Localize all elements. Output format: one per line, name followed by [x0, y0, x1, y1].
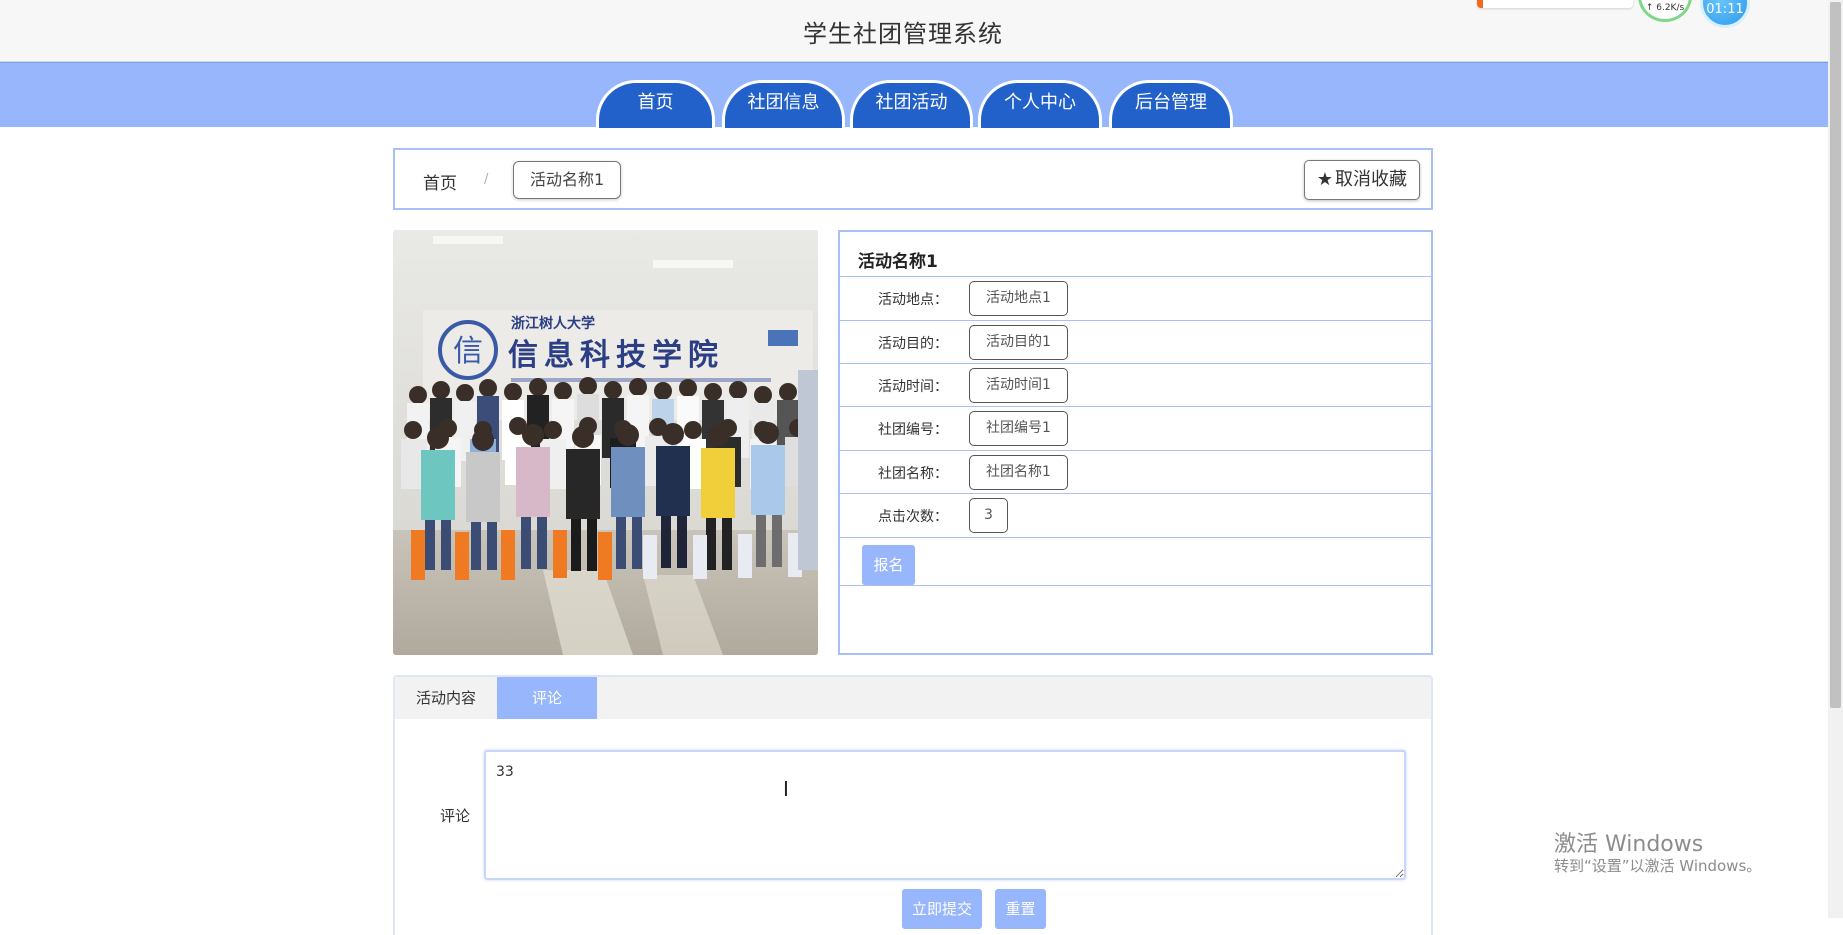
- detail-label: 点击次数：: [878, 509, 948, 525]
- detail-row-actions: 报名: [840, 537, 1431, 586]
- detail-row-club-id: 社团编号： 社团编号1: [840, 406, 1431, 450]
- sign-line1: 浙江树人大学: [511, 315, 595, 332]
- detail-row-location: 活动地点： 活动地点1: [840, 276, 1431, 320]
- activity-photo: 信 浙江树人大学 信息科技学院: [393, 230, 818, 655]
- comment-label: 评论: [440, 807, 471, 825]
- signup-button[interactable]: 报名: [862, 545, 915, 585]
- page-scrollbar[interactable]: [1828, 0, 1843, 918]
- activity-title: 活动名称1: [858, 252, 938, 272]
- nav-tab-club-activities[interactable]: 社团活动: [850, 80, 973, 128]
- unfavorite-button[interactable]: ★ 取消收藏: [1303, 160, 1420, 200]
- detail-value: 活动地点1: [969, 281, 1068, 316]
- breadcrumb-home-link[interactable]: 首页: [423, 169, 457, 194]
- scrollbar-thumb[interactable]: [1830, 2, 1841, 708]
- main-nav: 首页 社团信息 社团活动 个人中心 后台管理: [0, 62, 1828, 128]
- nav-tab-club-info[interactable]: 社团信息: [722, 80, 845, 128]
- tray-app-icon: [1477, 0, 1633, 8]
- detail-label: 活动时间：: [878, 379, 948, 395]
- detail-label: 社团名称：: [878, 466, 948, 482]
- star-icon: ★: [1316, 169, 1333, 190]
- detail-label: 社团编号：: [878, 422, 948, 438]
- sign-line2: 信息科技学院: [508, 338, 724, 373]
- unfavorite-label: 取消收藏: [1335, 169, 1407, 190]
- detail-label: 活动目的：: [878, 336, 948, 352]
- comment-textarea[interactable]: 33: [484, 750, 1406, 880]
- group-photo-image: 信 浙江树人大学 信息科技学院: [393, 230, 818, 655]
- text-cursor-icon: I: [783, 777, 789, 801]
- site-title: 学生社团管理系统: [803, 20, 1003, 48]
- detail-value: 3: [969, 498, 1008, 533]
- detail-value: 社团编号1: [969, 411, 1068, 446]
- nav-tab-admin[interactable]: 后台管理: [1109, 80, 1233, 128]
- tab-activity-content[interactable]: 活动内容: [395, 677, 497, 719]
- top-header: 学生社团管理系统 ↑ 6.2K/s 01:11: [0, 0, 1828, 62]
- activation-watermark-hint: 转到“设置”以激活 Windows。: [1554, 857, 1762, 875]
- breadcrumb-current: 活动名称1: [513, 161, 622, 199]
- activity-tabs-panel: 活动内容 评论 评论 33 立即提交 重置: [393, 675, 1433, 935]
- detail-row-time: 活动时间： 活动时间1: [840, 363, 1431, 407]
- submit-button[interactable]: 立即提交: [902, 889, 982, 929]
- breadcrumb-separator: /: [484, 172, 489, 187]
- detail-value: 社团名称1: [969, 455, 1068, 490]
- activity-detail-panel: 活动名称1 活动地点： 活动地点1 活动目的： 活动目的1 活动时间： 活动时间…: [838, 230, 1433, 655]
- detail-value: 活动目的1: [969, 325, 1068, 360]
- tab-bar: 活动内容 评论: [395, 677, 1431, 719]
- sign-logo-text: 信: [453, 334, 483, 369]
- detail-row-click-count: 点击次数： 3: [840, 493, 1431, 537]
- detail-value: 活动时间1: [969, 368, 1068, 403]
- reset-button[interactable]: 重置: [995, 889, 1046, 929]
- activation-watermark-title: 激活 Windows: [1554, 832, 1704, 857]
- detail-row-purpose: 活动目的： 活动目的1: [840, 320, 1431, 364]
- breadcrumb: 首页 / 活动名称1 ★ 取消收藏: [393, 148, 1433, 210]
- nav-tab-home[interactable]: 首页: [596, 80, 715, 128]
- detail-label: 活动地点：: [878, 292, 948, 308]
- nav-tab-personal-center[interactable]: 个人中心: [978, 80, 1102, 128]
- tab-comments[interactable]: 评论: [497, 677, 597, 719]
- detail-row-club-name: 社团名称： 社团名称1: [840, 450, 1431, 494]
